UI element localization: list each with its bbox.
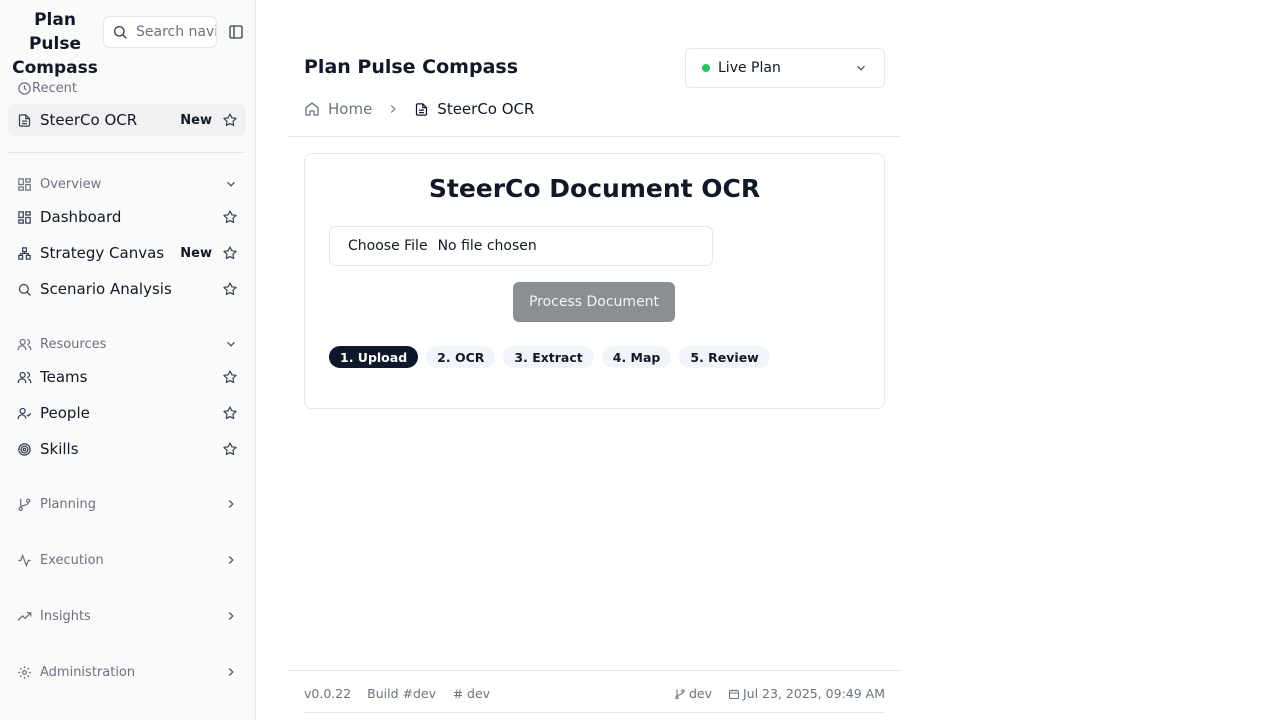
sidebar-divider	[8, 152, 246, 153]
gear-icon	[16, 664, 32, 680]
sidebar-item-label: Strategy Canvas	[40, 244, 165, 262]
search-box[interactable]	[103, 16, 217, 48]
footer: v0.0.22 Build #dev dev dev Jul 23, 2025,…	[304, 686, 885, 701]
sidebar-toggle-icon	[229, 25, 243, 39]
breadcrumb-home-link[interactable]: Home	[328, 100, 372, 118]
sidebar-item-label: Teams	[40, 368, 88, 386]
search-icon	[114, 26, 127, 39]
sidebar-item-label: Dashboard	[40, 208, 122, 226]
users-icon	[16, 369, 32, 385]
git-branch-icon	[674, 688, 686, 700]
commit-hash: dev	[452, 686, 490, 701]
chevron-right-icon	[224, 497, 238, 511]
hash-icon	[452, 688, 464, 700]
sidebar-item-strategy-canvas[interactable]: Strategy Canvas New	[8, 237, 246, 269]
header-divider	[288, 136, 901, 137]
git-branch-icon	[16, 496, 32, 512]
file-input[interactable]: Choose File No file chosen	[329, 226, 713, 266]
branch-label: dev	[674, 686, 712, 701]
chevron-down-icon	[854, 61, 868, 75]
app-title: Plan Pulse Compass	[12, 10, 98, 78]
step-indicator: 1. Upload 2. OCR 3. Extract 4. Map 5. Re…	[329, 346, 778, 368]
group-planning[interactable]: Planning	[8, 496, 246, 512]
star-icon[interactable]	[222, 405, 238, 421]
sidebar-item-scenario-analysis[interactable]: Scenario Analysis	[8, 273, 246, 305]
sidebar-item-teams[interactable]: Teams	[8, 361, 246, 393]
step-upload: 1. Upload	[329, 346, 419, 368]
footer-bottom-line	[304, 712, 885, 713]
recent-item-label: SteerCo OCR	[40, 111, 138, 129]
sidebar-item-skills[interactable]: Skills	[8, 433, 246, 465]
sidebar: Plan Pulse Compass Recent SteerCo OCR Ne…	[0, 0, 256, 720]
chevron-right-icon	[386, 102, 400, 116]
group-execution[interactable]: Execution	[8, 552, 246, 568]
build-date: Jul 23, 2025, 09:49 AM	[728, 686, 885, 701]
footer-divider	[288, 670, 901, 671]
main-content: Plan Pulse Compass Live Plan Home SteerC…	[288, 0, 901, 720]
chevron-down-icon	[224, 177, 238, 191]
star-icon[interactable]	[222, 209, 238, 225]
trending-up-icon	[16, 608, 32, 624]
step-ocr: 2. OCR	[426, 346, 496, 368]
plan-select-value: Live Plan	[718, 60, 781, 76]
new-badge: New	[180, 245, 212, 261]
group-insights[interactable]: Insights	[8, 608, 246, 624]
search-icon	[16, 281, 32, 297]
home-icon	[304, 101, 320, 117]
breadcrumb-current: SteerCo OCR	[437, 100, 535, 118]
step-map: 4. Map	[601, 346, 672, 368]
version-label: v0.0.22	[304, 686, 352, 701]
recent-section-label: Recent	[8, 80, 246, 96]
calendar-icon	[728, 688, 740, 700]
file-text-icon	[414, 102, 429, 117]
strategy-canvas-icon	[16, 245, 32, 261]
status-dot	[702, 64, 710, 72]
ocr-card: SteerCo Document OCR Choose File No file…	[304, 153, 885, 409]
group-resources[interactable]: Resources	[8, 336, 246, 352]
group-administration[interactable]: Administration	[8, 664, 246, 680]
star-icon[interactable]	[222, 441, 238, 457]
chevron-down-icon	[224, 337, 238, 351]
recent-item-steerco-ocr[interactable]: SteerCo OCR New	[8, 104, 246, 136]
plan-select[interactable]: Live Plan	[685, 48, 885, 88]
star-icon[interactable]	[222, 112, 238, 128]
file-status: No file chosen	[437, 238, 537, 254]
choose-file-button[interactable]: Choose File	[348, 238, 428, 254]
clock-icon	[16, 80, 32, 96]
step-review: 5. Review	[679, 346, 770, 368]
new-badge: New	[180, 112, 212, 128]
user-check-icon	[16, 405, 32, 421]
page-title: Plan Pulse Compass	[304, 56, 519, 78]
card-title: SteerCo Document OCR	[428, 174, 761, 203]
layout-grid-icon	[16, 176, 32, 192]
group-overview[interactable]: Overview	[8, 176, 246, 192]
step-extract: 3. Extract	[503, 346, 594, 368]
sidebar-item-people[interactable]: People	[8, 397, 246, 429]
build-label: Build #dev	[367, 686, 437, 701]
chevron-right-icon	[224, 553, 238, 567]
sidebar-item-label: Skills	[40, 440, 79, 458]
process-document-button[interactable]: Process Document	[513, 282, 675, 322]
star-icon[interactable]	[222, 245, 238, 261]
chevron-right-icon	[224, 665, 238, 679]
target-icon	[16, 441, 32, 457]
sidebar-toggle-button[interactable]	[226, 22, 246, 42]
dashboard-icon	[16, 209, 32, 225]
breadcrumb: Home SteerCo OCR	[304, 100, 534, 118]
activity-icon	[16, 552, 32, 568]
sidebar-item-label: People	[40, 404, 90, 422]
chevron-right-icon	[224, 609, 238, 623]
star-icon[interactable]	[222, 369, 238, 385]
search-input[interactable]	[136, 24, 216, 40]
users-icon	[16, 336, 32, 352]
sidebar-item-label: Scenario Analysis	[40, 280, 172, 298]
sidebar-item-dashboard[interactable]: Dashboard	[8, 201, 246, 233]
file-text-icon	[16, 112, 32, 128]
star-icon[interactable]	[222, 281, 238, 297]
